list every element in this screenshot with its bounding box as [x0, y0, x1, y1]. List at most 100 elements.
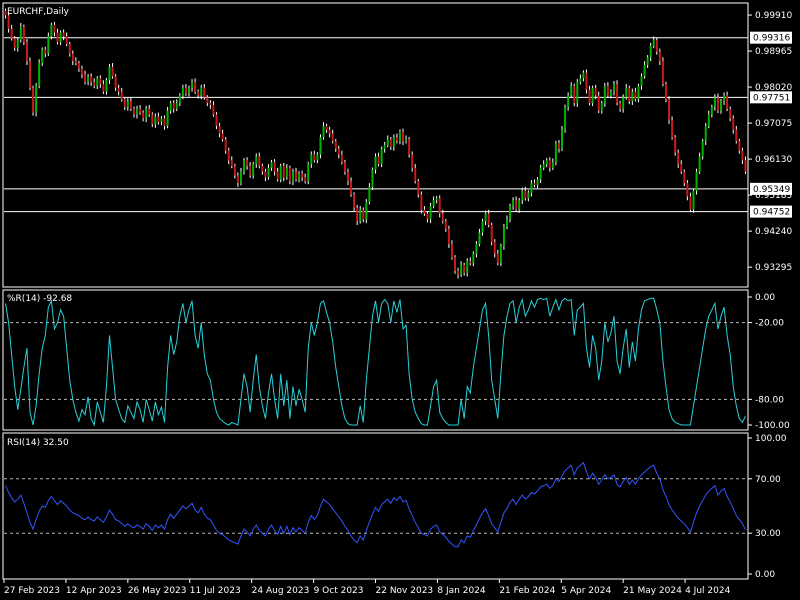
candle-body — [738, 141, 741, 151]
candle-body — [178, 95, 181, 104]
price-tick-label: 0.97075 — [755, 119, 792, 129]
candle-body — [255, 156, 258, 165]
candle-body — [273, 162, 276, 172]
candle-body — [689, 196, 692, 210]
candle-body — [142, 112, 145, 119]
candle-body — [594, 87, 597, 96]
rsi-tick-label: 100.00 — [755, 434, 787, 444]
candle-body — [252, 164, 255, 176]
rsi-tick-label: 30.00 — [755, 529, 781, 539]
candle-body — [84, 74, 87, 83]
candle-body — [325, 125, 328, 130]
candle-body — [108, 66, 111, 81]
candle-body — [677, 152, 680, 165]
candle-body — [132, 108, 135, 115]
candle-body — [65, 36, 68, 45]
candle-body — [704, 125, 707, 142]
candle-body — [478, 232, 481, 245]
candle-body — [512, 200, 515, 206]
candle-body — [19, 26, 22, 41]
candle-body — [212, 104, 215, 115]
candle-body — [548, 160, 551, 168]
candle-body — [716, 97, 719, 111]
candle-body — [664, 84, 667, 100]
candle-body — [99, 78, 102, 85]
candle-body — [350, 181, 353, 195]
candle-body — [432, 200, 435, 206]
candle-body — [359, 209, 362, 222]
date-tick-label: 24 Aug 2023 — [252, 586, 310, 596]
price-tick-label: 0.94240 — [755, 227, 792, 237]
candle-body — [426, 213, 429, 220]
candle-body — [631, 91, 634, 102]
candle-body — [674, 137, 677, 153]
candle-body — [77, 63, 80, 69]
candle-body — [139, 108, 142, 113]
date-tick-label: 8 Jan 2024 — [437, 586, 485, 596]
candle-body — [573, 85, 576, 104]
date-tick-label: 22 Nov 2023 — [376, 586, 434, 596]
candle-body — [136, 108, 139, 115]
candle-body — [652, 40, 655, 46]
candle-body — [695, 171, 698, 191]
candle-body — [154, 116, 157, 125]
candle-body — [619, 103, 622, 109]
candle-body — [111, 66, 114, 77]
candle-body — [469, 261, 472, 264]
horizontal-line-price-label: 0.94752 — [753, 208, 790, 218]
candle-body — [7, 15, 10, 29]
candle-body — [93, 82, 96, 86]
candle-body — [163, 118, 166, 126]
candle-body — [374, 156, 377, 170]
candle-body — [564, 106, 567, 130]
candle-body — [591, 87, 594, 104]
candle-body — [435, 198, 438, 201]
candle-body — [612, 84, 615, 92]
candle-body — [279, 165, 282, 180]
candle-body — [102, 84, 105, 92]
candle-body — [267, 167, 270, 178]
candle-body — [47, 36, 50, 54]
candle-body — [62, 32, 65, 37]
candle-body — [628, 87, 631, 102]
candle-body — [53, 24, 56, 33]
williams-r-tick-label: -100.00 — [755, 421, 790, 431]
candle-body — [600, 103, 603, 111]
price-tick-label: 0.98965 — [755, 47, 792, 57]
candle-body — [698, 156, 701, 172]
rsi-title: RSI(14) 32.50 — [7, 438, 69, 448]
candle-body — [551, 162, 554, 168]
candle-body — [460, 265, 463, 275]
candle-body — [307, 164, 310, 182]
candle-body — [533, 183, 536, 186]
candle-body — [10, 28, 13, 39]
date-tick-label: 27 Feb 2023 — [4, 586, 60, 596]
candle-body — [579, 78, 582, 83]
candle-body — [291, 171, 294, 182]
candle-body — [496, 253, 499, 264]
candle-body — [567, 95, 570, 107]
candle-body — [692, 190, 695, 210]
candle-body — [74, 61, 77, 64]
candle-body — [181, 87, 184, 96]
candle-body — [392, 137, 395, 147]
candle-body — [472, 253, 475, 264]
candle-body — [41, 49, 44, 64]
candle-body — [239, 171, 242, 184]
candle-body — [643, 64, 646, 77]
candle-body — [32, 87, 35, 113]
candle-body — [59, 32, 62, 43]
candle-body — [215, 114, 218, 126]
candle-body — [686, 183, 689, 197]
candle-body — [441, 213, 444, 222]
candle-body — [524, 190, 527, 199]
candle-body — [398, 131, 401, 142]
candle-body — [561, 129, 564, 149]
candle-body — [493, 242, 496, 254]
candle-body — [203, 87, 206, 98]
candle-body — [649, 45, 652, 58]
date-tick-label: 5 Apr 2024 — [561, 586, 611, 596]
candle-body — [447, 228, 450, 245]
candle-body — [301, 173, 304, 178]
candle-body — [126, 101, 129, 107]
